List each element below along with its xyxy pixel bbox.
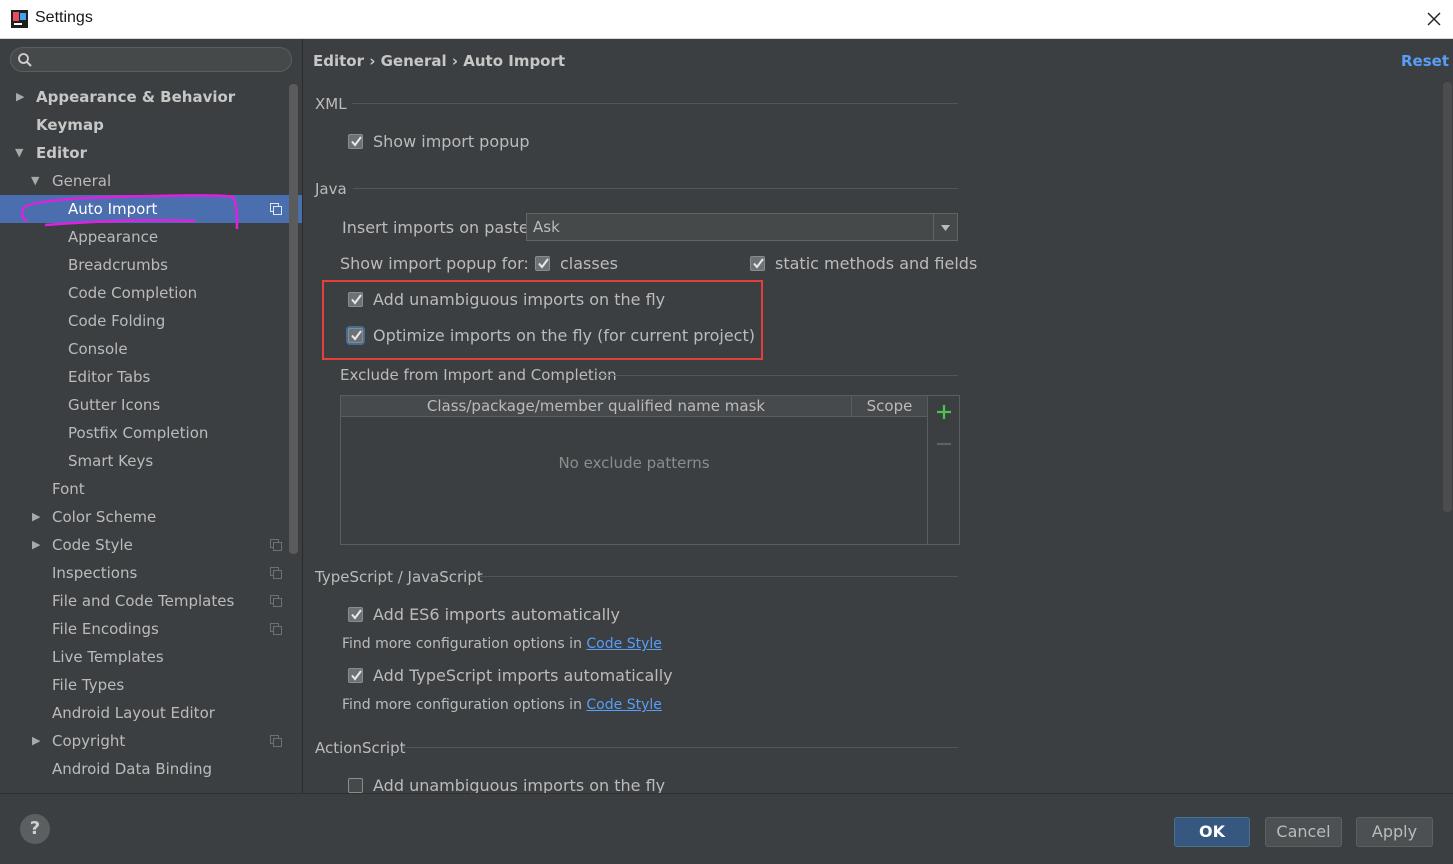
settings-search-input[interactable] bbox=[10, 47, 292, 72]
window-title: Settings bbox=[35, 9, 93, 26]
sidebar-scrollbar[interactable] bbox=[289, 84, 298, 554]
sidebar-item-editor-tabs[interactable]: Editor Tabs bbox=[0, 363, 288, 391]
sidebar-item-editor[interactable]: ▼ Editor bbox=[0, 139, 288, 167]
exclude-section-label: Exclude from Import and Completion bbox=[340, 366, 617, 384]
highlight-annotation-box bbox=[322, 280, 763, 360]
section-title-actionscript: ActionScript bbox=[315, 739, 406, 757]
project-settings-icon bbox=[270, 539, 282, 551]
code-style-link[interactable]: Code Style bbox=[586, 697, 661, 713]
exclude-patterns-table[interactable]: Class/package/member qualified name mask… bbox=[340, 395, 960, 545]
sidebar-item-file-types[interactable]: File Types bbox=[0, 671, 288, 699]
section-title-java: Java bbox=[315, 180, 347, 198]
find-more-options-text: Find more configuration options in Code … bbox=[342, 636, 662, 652]
expand-arrow-icon[interactable]: ▶ bbox=[16, 83, 24, 111]
sidebar-item-code-completion[interactable]: Code Completion bbox=[0, 279, 288, 307]
reset-link[interactable]: Reset bbox=[1401, 52, 1449, 70]
content-scrollbar[interactable] bbox=[1443, 82, 1452, 512]
sidebar-item-copyright[interactable]: ▶ Copyright bbox=[0, 727, 288, 755]
sidebar-item-android-data-binding[interactable]: Android Data Binding bbox=[0, 755, 288, 783]
settings-sidebar: ▶ Appearance & Behavior Keymap ▼ Editor … bbox=[0, 39, 303, 793]
collapse-arrow-icon[interactable]: ▼ bbox=[15, 139, 23, 167]
intellij-app-icon bbox=[11, 10, 28, 28]
add-es6-imports-checkbox[interactable] bbox=[348, 607, 363, 622]
title-bar: Settings bbox=[0, 0, 1453, 39]
sidebar-item-font[interactable]: Font bbox=[0, 475, 288, 503]
sidebar-item-code-style[interactable]: ▶ Code Style bbox=[0, 531, 288, 559]
section-title-xml: XML bbox=[315, 95, 347, 113]
column-header-mask[interactable]: Class/package/member qualified name mask bbox=[341, 396, 852, 416]
project-settings-icon bbox=[270, 567, 282, 579]
dialog-footer: ? OK Cancel Apply bbox=[0, 793, 1453, 864]
section-divider bbox=[477, 576, 958, 577]
apply-button[interactable]: Apply bbox=[1356, 817, 1433, 847]
help-button[interactable]: ? bbox=[20, 814, 50, 844]
expand-arrow-icon[interactable]: ▶ bbox=[32, 503, 40, 531]
section-title-typescript: TypeScript / JavaScript bbox=[315, 568, 483, 586]
actionscript-add-unambiguous-checkbox[interactable] bbox=[348, 778, 363, 793]
section-divider bbox=[402, 747, 958, 748]
close-icon[interactable] bbox=[1420, 5, 1448, 33]
sidebar-item-console[interactable]: Console bbox=[0, 335, 288, 363]
sidebar-item-smart-keys[interactable]: Smart Keys bbox=[0, 447, 288, 475]
insert-imports-select[interactable]: Ask bbox=[526, 213, 958, 241]
table-header: Class/package/member qualified name mask… bbox=[341, 396, 927, 417]
sidebar-item-file-code-templates[interactable]: File and Code Templates bbox=[0, 587, 288, 615]
static-methods-checkbox[interactable] bbox=[750, 256, 765, 271]
code-style-link[interactable]: Code Style bbox=[586, 636, 661, 652]
sidebar-item-breadcrumbs[interactable]: Breadcrumbs bbox=[0, 251, 288, 279]
project-settings-icon bbox=[270, 623, 282, 635]
settings-content-panel: Editor › General › Auto Import Reset XML… bbox=[303, 39, 1453, 793]
project-settings-icon bbox=[270, 203, 282, 215]
sidebar-item-code-folding[interactable]: Code Folding bbox=[0, 307, 288, 335]
find-more-options-text: Find more configuration options in Code … bbox=[342, 697, 662, 713]
chevron-down-icon[interactable] bbox=[933, 214, 957, 240]
table-toolbar bbox=[927, 396, 960, 544]
sidebar-item-keymap[interactable]: Keymap bbox=[0, 111, 288, 139]
show-popup-for-label: Show import popup for: bbox=[340, 254, 529, 273]
sidebar-item-appearance-behavior[interactable]: ▶ Appearance & Behavior bbox=[0, 83, 288, 111]
search-icon bbox=[18, 53, 32, 67]
sidebar-item-color-scheme[interactable]: ▶ Color Scheme bbox=[0, 503, 288, 531]
sidebar-item-gutter-icons[interactable]: Gutter Icons bbox=[0, 391, 288, 419]
expand-arrow-icon[interactable]: ▶ bbox=[32, 727, 40, 755]
project-settings-icon bbox=[270, 735, 282, 747]
add-typescript-imports-checkbox[interactable] bbox=[348, 668, 363, 683]
remove-icon[interactable] bbox=[936, 436, 952, 452]
ok-button[interactable]: OK bbox=[1174, 817, 1250, 847]
column-header-scope[interactable]: Scope bbox=[852, 396, 927, 416]
project-settings-icon bbox=[270, 595, 282, 607]
section-divider bbox=[596, 375, 958, 376]
annotation-scribble bbox=[20, 194, 239, 230]
sidebar-item-android-layout-editor[interactable]: Android Layout Editor bbox=[0, 699, 288, 727]
insert-imports-label: Insert imports on paste: bbox=[342, 218, 535, 237]
table-empty-text: No exclude patterns bbox=[558, 454, 710, 472]
sidebar-item-file-encodings[interactable]: File Encodings bbox=[0, 615, 288, 643]
sidebar-item-live-templates[interactable]: Live Templates bbox=[0, 643, 288, 671]
add-icon[interactable] bbox=[936, 404, 952, 420]
section-divider bbox=[353, 188, 958, 189]
expand-arrow-icon[interactable]: ▶ bbox=[32, 531, 40, 559]
classes-checkbox[interactable] bbox=[535, 256, 550, 271]
cancel-button[interactable]: Cancel bbox=[1265, 817, 1342, 847]
show-import-popup-xml-checkbox[interactable] bbox=[348, 134, 363, 149]
sidebar-item-inspections[interactable]: Inspections bbox=[0, 559, 288, 587]
sidebar-item-postfix-completion[interactable]: Postfix Completion bbox=[0, 419, 288, 447]
breadcrumb: Editor › General › Auto Import bbox=[313, 52, 566, 70]
section-divider bbox=[352, 103, 958, 104]
